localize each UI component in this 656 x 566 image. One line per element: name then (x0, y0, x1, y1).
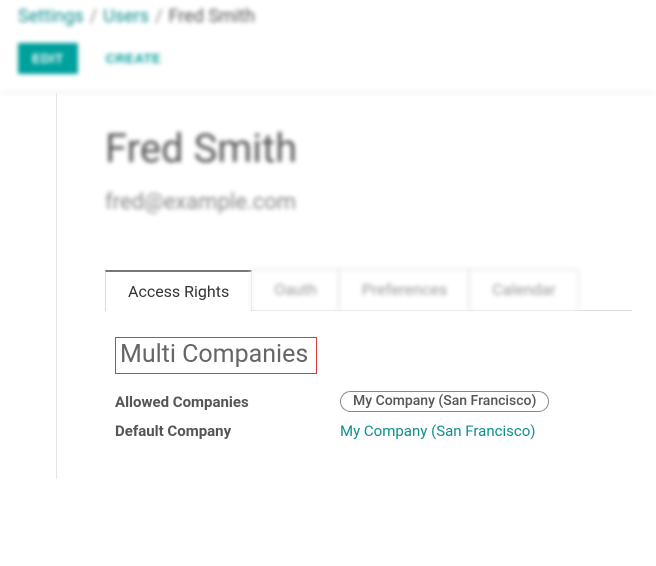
edit-button[interactable]: EDIT (18, 43, 78, 74)
tab-bar: Access Rights Oauth Preferences Calendar (105, 269, 632, 311)
breadcrumb-section[interactable]: Users (103, 6, 149, 27)
tab-oauth[interactable]: Oauth (251, 269, 340, 310)
user-name: Fred Smith (105, 125, 632, 172)
field-default-company: Default Company My Company (San Francisc… (115, 417, 622, 445)
page-header: Settings / Users / Fred Smith EDIT CREAT… (0, 0, 656, 93)
tab-calendar[interactable]: Calendar (469, 269, 578, 310)
breadcrumb: Settings / Users / Fred Smith (18, 6, 638, 27)
tab-access-rights[interactable]: Access Rights (105, 270, 252, 311)
breadcrumb-separator: / (155, 6, 162, 27)
breadcrumb-root[interactable]: Settings (18, 6, 84, 27)
form-sheet: Fred Smith fred@example.com Access Right… (56, 93, 656, 479)
company-tag[interactable]: My Company (San Francisco) (340, 391, 549, 412)
field-allowed-companies: Allowed Companies My Company (San Franci… (115, 386, 622, 417)
user-header: Fred Smith fred@example.com (105, 125, 632, 215)
default-company-value[interactable]: My Company (San Francisco) (340, 422, 535, 440)
tab-content-access-rights: Multi Companies Allowed Companies My Com… (105, 311, 632, 455)
default-company-label: Default Company (115, 422, 340, 440)
breadcrumb-current: Fred Smith (169, 6, 255, 27)
breadcrumb-separator: / (90, 6, 97, 27)
create-button[interactable]: CREATE (100, 50, 167, 67)
allowed-companies-value[interactable]: My Company (San Francisco) (340, 391, 549, 412)
allowed-companies-label: Allowed Companies (115, 393, 340, 411)
action-buttons: EDIT CREATE (18, 43, 638, 74)
tab-preferences[interactable]: Preferences (339, 269, 470, 310)
section-multi-companies-title: Multi Companies (115, 337, 317, 374)
user-email: fred@example.com (105, 190, 632, 215)
